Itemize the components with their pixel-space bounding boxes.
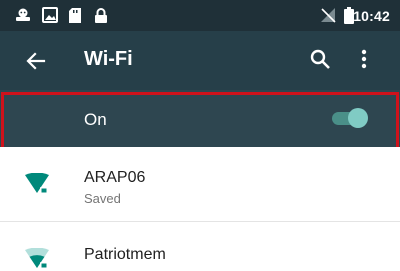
network-name: ARAP06 [84, 169, 146, 186]
wifi-master-switch-row[interactable]: On [0, 90, 400, 147]
page-title: Wi-Fi [84, 48, 133, 70]
network-item-patriotmem[interactable]: Patriotmem [0, 222, 400, 271]
wifi-toggle[interactable] [330, 107, 370, 129]
wifi-signal-full-lock-icon [25, 173, 49, 193]
no-signal-icon [321, 8, 336, 23]
image-icon [42, 7, 58, 23]
network-item-arap06[interactable]: ARAP06 Saved [0, 147, 400, 222]
app-toolbar: Wi-Fi [0, 31, 400, 90]
search-icon[interactable] [308, 47, 332, 71]
wifi-switch-label: On [84, 110, 107, 129]
lock-icon [95, 8, 107, 23]
toggle-thumb [348, 108, 368, 128]
more-vert-icon[interactable] [356, 47, 372, 71]
status-time: 10:42 [353, 8, 390, 24]
wifi-signal-partial-lock-icon [25, 248, 49, 268]
arrow-left-icon[interactable] [24, 49, 48, 73]
network-status: Saved [84, 191, 121, 206]
network-name: Patriotmem [84, 246, 166, 263]
sd-card-icon [69, 8, 81, 23]
android-icon [16, 8, 30, 21]
status-bar: 10:42 [0, 0, 400, 31]
